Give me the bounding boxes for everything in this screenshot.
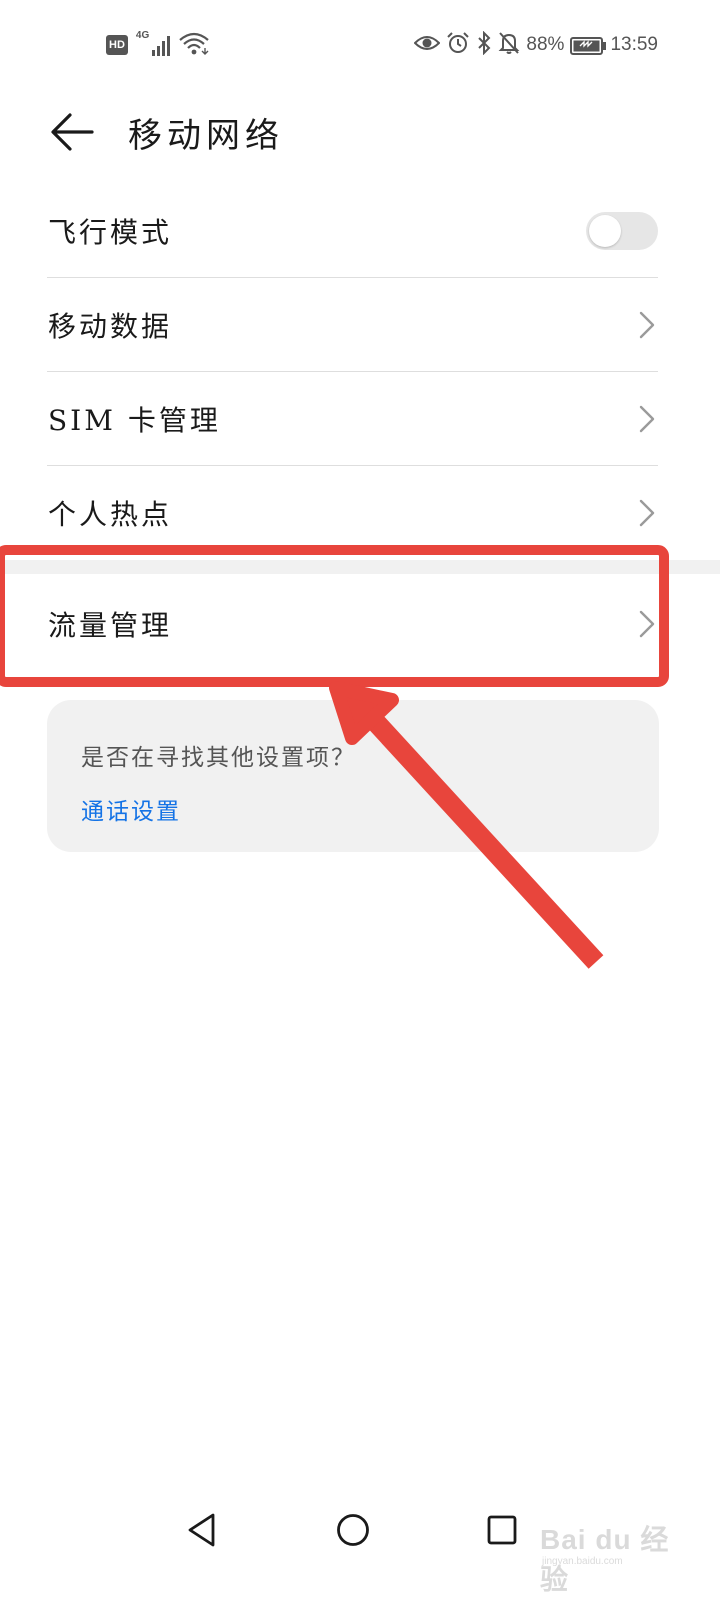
clock: 13:59 (610, 34, 658, 55)
list-item-label: 流量管理 (48, 609, 173, 642)
wifi-icon (178, 30, 212, 60)
list-item-sim-management[interactable]: SIM 卡管理 (0, 372, 720, 466)
list-item-label: 移动数据 (48, 310, 173, 343)
chevron-right-icon (639, 405, 655, 433)
list-item-label: 个人热点 (48, 498, 173, 531)
chevron-right-icon (639, 499, 655, 527)
list-item-hotspot[interactable]: 个人热点 (0, 466, 720, 560)
nav-recents-button[interactable] (472, 1500, 532, 1560)
eye-icon (414, 33, 441, 57)
list-item-airplane-mode[interactable]: 飞行模式 (0, 184, 720, 278)
header: 移动网络 (0, 90, 720, 180)
airplane-mode-toggle[interactable] (586, 212, 658, 250)
baidu-watermark: Bai du 经验 jingyan.baidu.com (540, 1518, 680, 1595)
list-item-mobile-data[interactable]: 移动数据 (0, 278, 720, 372)
back-button[interactable] (44, 104, 100, 160)
list-item-label: SIM 卡管理 (48, 404, 221, 437)
nav-home-button[interactable] (323, 1500, 383, 1560)
battery-icon (570, 36, 607, 55)
status-right: 88% 13:59 (414, 30, 658, 60)
group-separator (0, 560, 720, 574)
chevron-right-icon (639, 311, 655, 339)
bluetooth-icon (476, 30, 492, 59)
mute-icon (498, 31, 520, 59)
list-item-data-usage[interactable]: 流量管理 (0, 574, 720, 674)
status-left: HD 4G (106, 30, 212, 60)
call-settings-link[interactable]: 通话设置 (81, 792, 181, 826)
hd-icon: HD (106, 35, 128, 55)
back-triangle-icon (188, 1513, 215, 1547)
recents-square-icon (487, 1515, 517, 1545)
toggle-knob (589, 215, 621, 247)
suggestion-question: 是否在寻找其他设置项？ (81, 745, 356, 771)
arrow-left-icon (51, 113, 94, 151)
list-item-label: 飞行模式 (48, 216, 173, 249)
alarm-icon (446, 31, 470, 59)
settings-list: 飞行模式 移动数据 SIM 卡管理 个人热点 (0, 184, 720, 560)
nav-back-button[interactable] (172, 1500, 232, 1560)
page-title: 移动网络 (128, 116, 284, 156)
suggestion-card: 是否在寻找其他设置项？ 通话设置 (47, 700, 659, 852)
battery-percent: 88% (526, 34, 565, 55)
home-circle-icon (337, 1514, 369, 1546)
status-bar: HD 4G 88% 13:59 (0, 0, 720, 90)
watermark-url: jingyan.baidu.com (542, 1556, 623, 1567)
chevron-right-icon (639, 610, 655, 638)
signal-icon: 4G (136, 30, 170, 58)
